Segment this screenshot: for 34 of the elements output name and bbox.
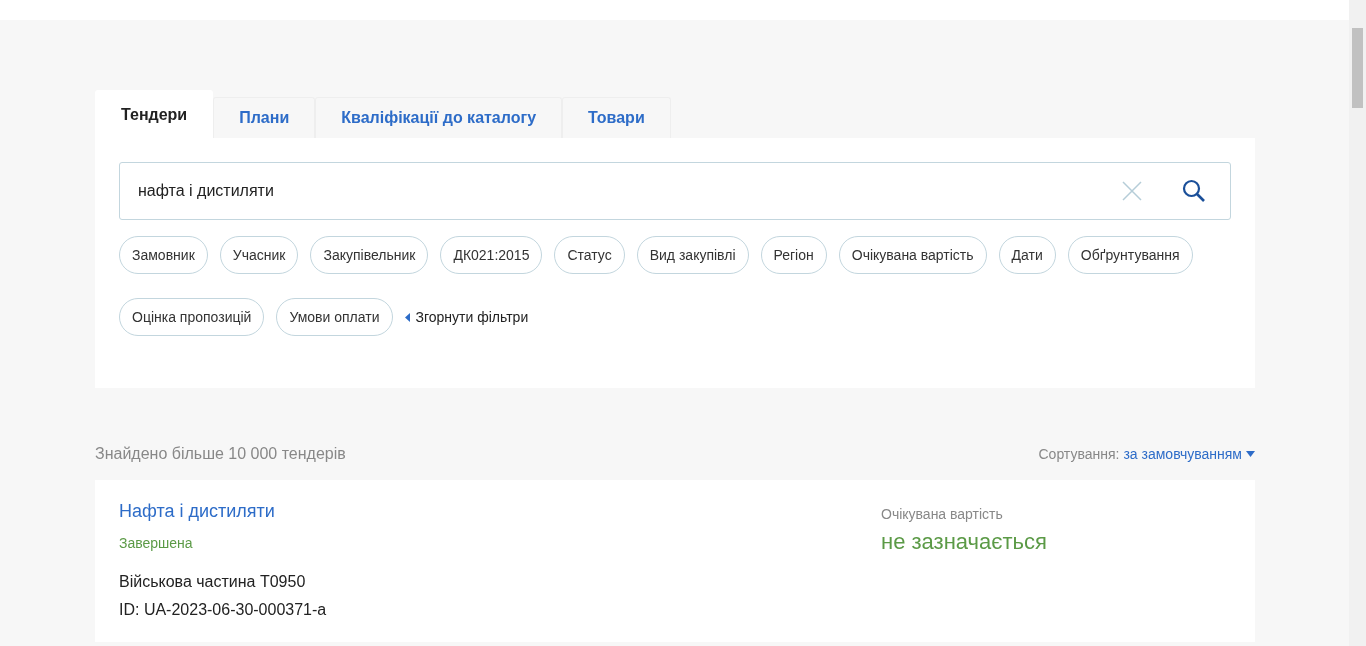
filter-chip[interactable]: Очікувана вартість — [838, 236, 987, 274]
tab[interactable]: Тендери — [95, 90, 214, 138]
filter-chip[interactable]: Регіон — [760, 236, 827, 274]
filter-chip[interactable]: ДК021:2015 — [440, 236, 543, 274]
caret-icon — [1246, 451, 1255, 457]
close-icon[interactable] — [1122, 181, 1142, 201]
tender-id: ID: UA-2023-06-30-000371-a — [119, 600, 328, 620]
sort-label: Сортування: — [1038, 444, 1120, 464]
filter-chip[interactable]: Закупівельник — [310, 236, 429, 274]
status-text: Завершена — [119, 534, 194, 553]
buyer-name: Військова частина Т0950 — [119, 572, 307, 592]
collapse-filters-link[interactable]: Згорнути фільтри — [404, 306, 529, 328]
search-icon[interactable] — [1182, 179, 1206, 203]
scrollbar[interactable] — [1349, 0, 1366, 646]
tab[interactable]: Товари — [562, 97, 671, 138]
search-field[interactable]: нафта і дистиляти — [119, 162, 1231, 220]
filter-chip[interactable]: Обґрунтування — [1067, 236, 1193, 274]
caret-icon — [404, 312, 410, 322]
filter-chip[interactable]: Дати — [998, 236, 1056, 274]
filter-chip[interactable]: Вид закупівлі — [636, 236, 749, 274]
results-count: Знайдено більше 10 000 тендерів — [95, 444, 346, 464]
filter-chip[interactable]: Учасник — [219, 236, 299, 274]
filter-chip[interactable]: Статус — [554, 236, 625, 274]
tab[interactable]: Плани — [213, 97, 316, 138]
filter-chip[interactable]: Замовник — [119, 236, 208, 274]
tab[interactable]: Кваліфікації до каталогу — [315, 97, 563, 138]
filter-chip[interactable]: Оцінка пропозицій — [119, 298, 265, 336]
tender-title-link[interactable]: Нафта і дистиляти — [119, 501, 275, 521]
scrollbar-thumb[interactable] — [1352, 28, 1363, 108]
value-label: Очікувана вартість — [881, 505, 1004, 524]
filter-chip[interactable]: Умови оплати — [276, 298, 393, 336]
search-input: нафта і дистиляти — [136, 178, 1122, 204]
expected-value: не зазначається — [881, 528, 1048, 556]
sort-dropdown[interactable]: за замовчуванням — [1123, 443, 1255, 465]
